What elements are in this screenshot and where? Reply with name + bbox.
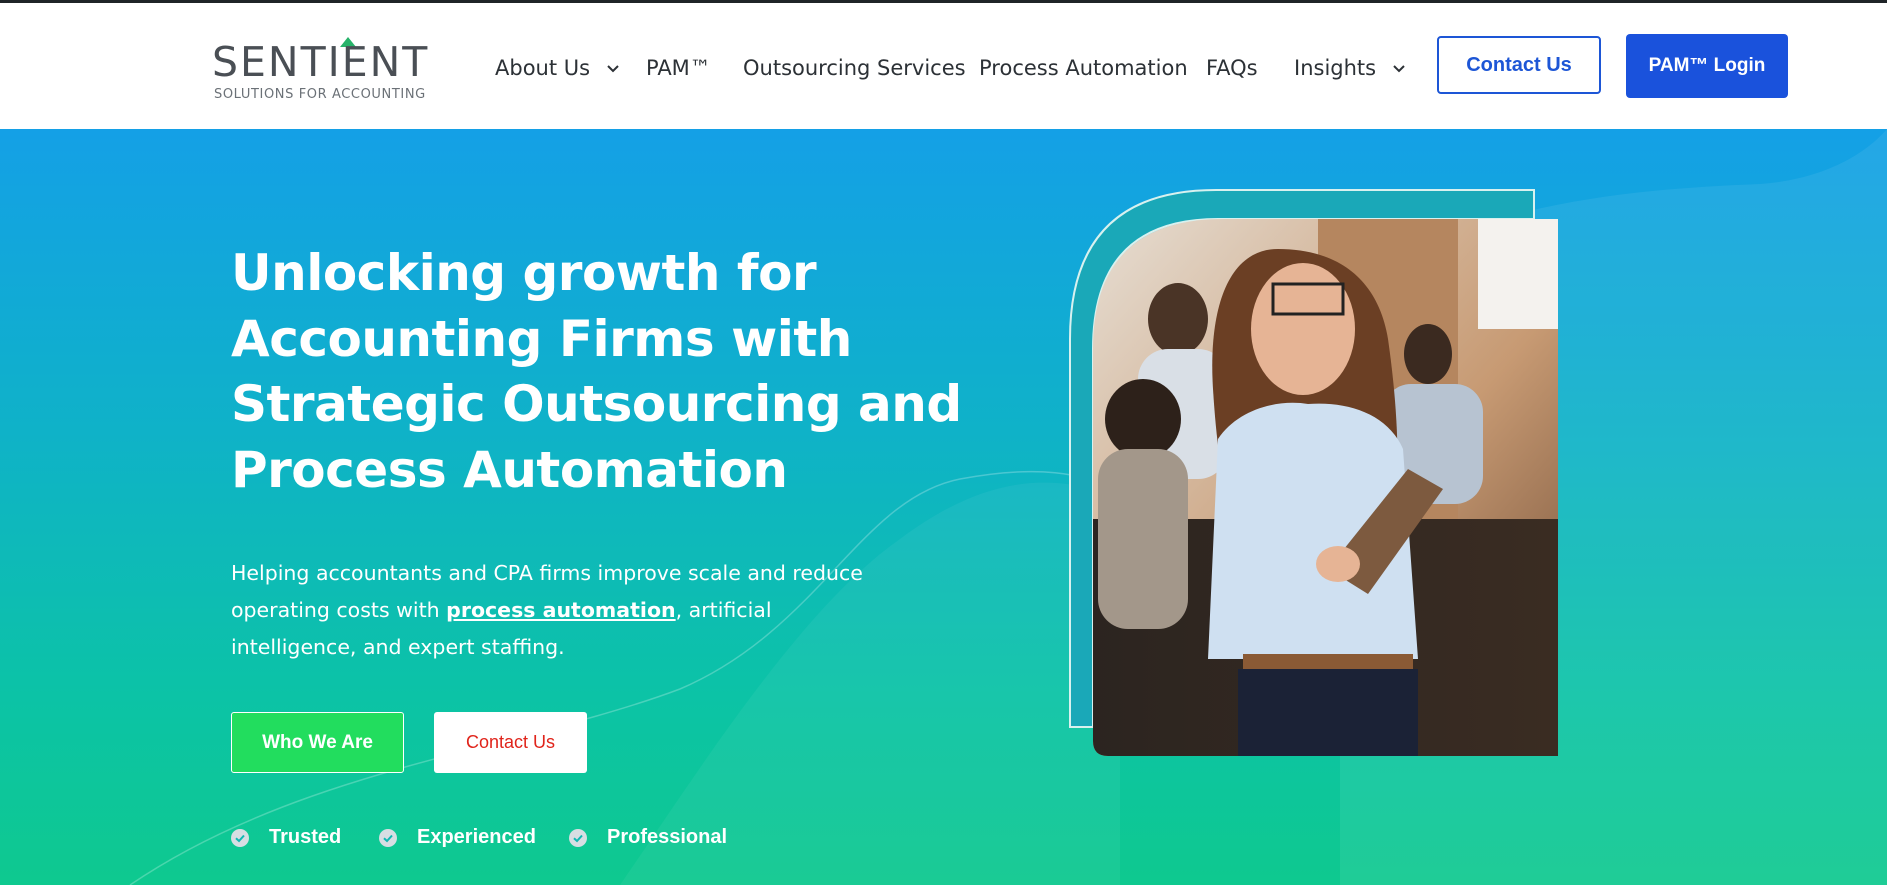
badge-experienced: Experienced: [379, 826, 536, 849]
badge-trusted: Trusted: [231, 826, 341, 849]
logo-wordmark: SENTIENT: [212, 38, 430, 86]
nav-outsourcing-services[interactable]: Outsourcing Services: [743, 55, 966, 81]
check-circle-icon: [569, 828, 587, 847]
hero-headline: Unlocking growth for Accounting Firms wi…: [231, 241, 991, 503]
hero-description: Helping accountants and CPA firms improv…: [231, 555, 871, 666]
process-automation-link[interactable]: process automation: [446, 598, 675, 622]
hero-section: Unlocking growth for Accounting Firms wi…: [0, 129, 1887, 885]
nav-pam[interactable]: PAM™: [646, 55, 711, 81]
badge-professional: Professional: [569, 826, 727, 849]
chevron-down-icon: [1393, 65, 1405, 73]
nav-insights-label: Insights: [1294, 56, 1377, 80]
header-contact-button[interactable]: Contact Us: [1437, 36, 1601, 94]
sentient-logo[interactable]: SENTIENT SOLUTIONS FOR ACCOUNTING: [212, 37, 448, 105]
hero-contact-button[interactable]: Contact Us: [434, 712, 587, 773]
headline-line: Accounting Firms with: [231, 309, 852, 368]
headline-line: Process Automation: [231, 440, 788, 499]
nav-outsourcing-services-label: Outsourcing Services: [743, 56, 966, 80]
check-circle-icon: [231, 828, 249, 847]
headline-line: Unlocking growth for: [231, 244, 817, 302]
nav-process-automation[interactable]: Process Automation: [979, 55, 1188, 81]
hero-photo: [1069, 189, 1558, 756]
site-header: SENTIENT SOLUTIONS FOR ACCOUNTING About …: [0, 3, 1887, 129]
nav-faqs[interactable]: FAQs: [1206, 55, 1258, 81]
nav-pam-label: PAM™: [646, 56, 711, 80]
nav-about-us[interactable]: About Us: [495, 55, 619, 81]
badge-label: Professional: [607, 826, 728, 848]
nav-insights[interactable]: Insights: [1294, 55, 1405, 81]
check-circle-icon: [379, 828, 397, 847]
chevron-down-icon: [607, 65, 619, 73]
badge-label: Experienced: [417, 826, 536, 848]
logo-tagline: SOLUTIONS FOR ACCOUNTING: [214, 87, 426, 102]
pam-login-button[interactable]: PAM™ Login: [1626, 34, 1788, 98]
headline-line: Strategic Outsourcing and: [231, 375, 962, 433]
nav-process-automation-label: Process Automation: [979, 56, 1188, 80]
nav-faqs-label: FAQs: [1206, 56, 1258, 80]
who-we-are-button[interactable]: Who We Are: [231, 712, 404, 773]
nav-about-us-label: About Us: [495, 56, 591, 80]
badge-label: Trusted: [269, 826, 342, 848]
